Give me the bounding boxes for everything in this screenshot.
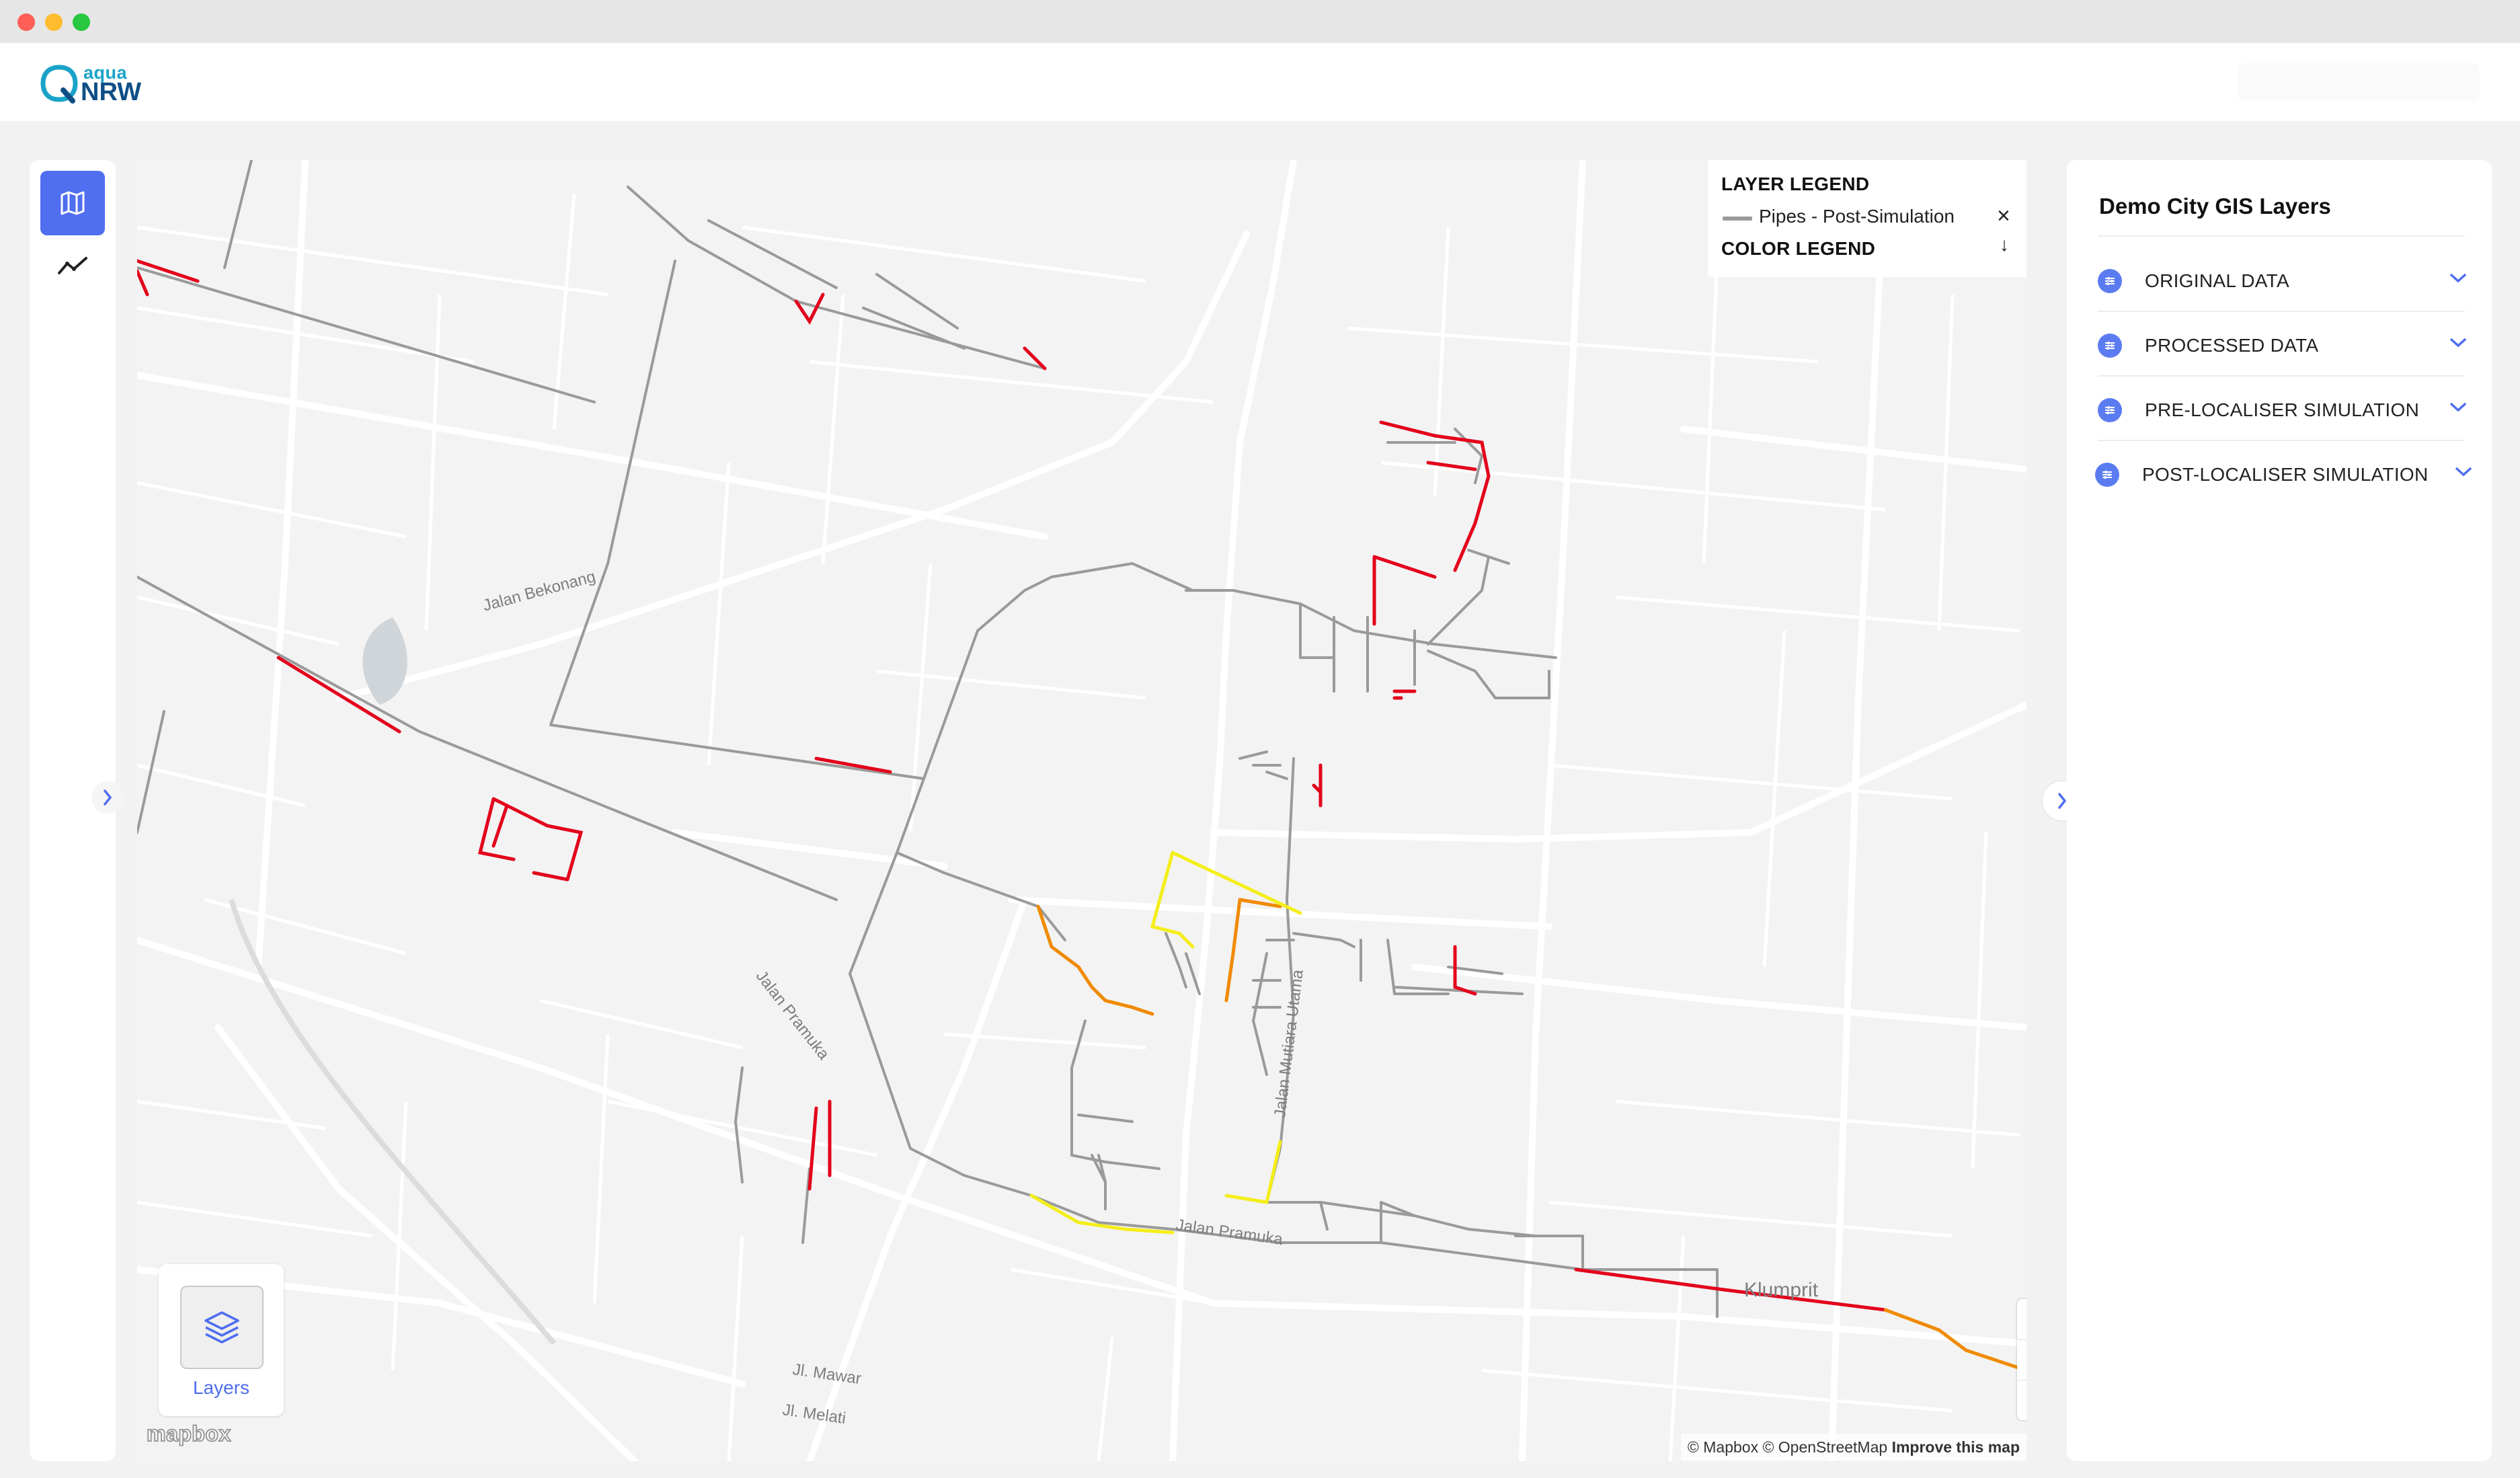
layers-icon xyxy=(204,1311,239,1344)
logo-text-nrw: NRW xyxy=(81,78,142,106)
attribution-text[interactable]: © Mapbox © OpenStreetMap xyxy=(1688,1438,1887,1456)
chevron-down-icon[interactable] xyxy=(2449,336,2468,350)
filter-icon xyxy=(2095,463,2119,487)
place-label: Klumprit xyxy=(1744,1279,1819,1301)
compass-button[interactable] xyxy=(2017,1380,2026,1420)
zoom-in-button[interactable]: + xyxy=(2017,1299,2026,1340)
collapse-left-panel-button[interactable] xyxy=(91,781,124,814)
layer-group-post-localiser-simulation[interactable]: POST-LOCALISER SIMULATION xyxy=(2095,438,2473,503)
window-titlebar xyxy=(0,0,2520,44)
map-canvas[interactable]: Jalan Bekonang Jalan Pramuka Jalan Pramu… xyxy=(137,160,2026,1461)
aqua-nrw-logo[interactable]: aqua NRW xyxy=(39,63,142,106)
layer-group-label: PROCESSED DATA xyxy=(2145,335,2319,356)
map-svg xyxy=(137,160,2026,1461)
gis-layers-panel: Demo City GIS Layers ORIGINAL DATA PROCE… xyxy=(2067,160,2492,1461)
arrow-down-icon[interactable]: ↓ xyxy=(2000,234,2009,256)
filter-icon xyxy=(2098,269,2122,293)
close-icon[interactable]: × xyxy=(1997,203,2010,229)
map-minor-streets xyxy=(137,193,2020,1461)
layer-group-label: POST-LOCALISER SIMULATION xyxy=(2142,464,2429,485)
chevron-down-icon[interactable] xyxy=(2454,465,2473,479)
app-header: aqua NRW xyxy=(0,43,2520,121)
analytics-view-button[interactable] xyxy=(40,234,105,299)
legend-gray-swatch xyxy=(1723,217,1752,221)
color-legend-title[interactable]: COLOR LEGEND xyxy=(1721,238,1875,260)
layers-toggle-button[interactable]: Layers xyxy=(159,1264,284,1416)
improve-map-link[interactable]: Improve this map xyxy=(1892,1438,2020,1456)
layer-group-pre-localiser-simulation[interactable]: PRE-LOCALISER SIMULATION xyxy=(2098,374,2472,438)
panel-title: Demo City GIS Layers xyxy=(2099,194,2331,219)
map-view-button[interactable] xyxy=(40,171,105,235)
layer-group-processed-data[interactable]: PROCESSED DATA xyxy=(2098,309,2472,374)
close-window-button[interactable] xyxy=(17,13,35,31)
chevron-right-icon xyxy=(104,789,112,806)
divider xyxy=(2098,235,2465,237)
filter-icon xyxy=(2098,398,2122,422)
minimize-window-button[interactable] xyxy=(45,13,63,31)
zoom-controls: + − xyxy=(2017,1299,2026,1420)
layers-label: Layers xyxy=(192,1377,250,1398)
layer-group-label: PRE-LOCALISER SIMULATION xyxy=(2145,399,2420,420)
zoom-out-button[interactable]: − xyxy=(2017,1339,2026,1380)
layer-legend-title: LAYER LEGEND xyxy=(1721,173,1870,194)
maximize-window-button[interactable] xyxy=(73,13,90,31)
legend-item-label: Pipes - Post-Simulation xyxy=(1759,206,1955,227)
layers-thumbnail xyxy=(180,1286,264,1369)
pipes-gray xyxy=(137,160,1719,1318)
mapbox-logo[interactable]: mapbox xyxy=(146,1421,231,1446)
layer-group-original-data[interactable]: ORIGINAL DATA xyxy=(2098,245,2472,309)
header-user-area[interactable] xyxy=(2238,63,2480,101)
map-icon xyxy=(61,191,85,215)
chevron-down-icon[interactable] xyxy=(2449,272,2468,285)
logo-mark-icon xyxy=(40,65,78,104)
layer-legend-panel: LAYER LEGEND Pipes - Post-Simulation × C… xyxy=(1708,160,2026,277)
filter-icon xyxy=(2098,334,2122,358)
layer-group-label: ORIGINAL DATA xyxy=(2145,270,2289,291)
chevron-down-icon[interactable] xyxy=(2449,401,2468,414)
map-attribution: © Mapbox © OpenStreetMap Improve this ma… xyxy=(1680,1434,2026,1461)
line-chart-icon xyxy=(58,257,87,274)
